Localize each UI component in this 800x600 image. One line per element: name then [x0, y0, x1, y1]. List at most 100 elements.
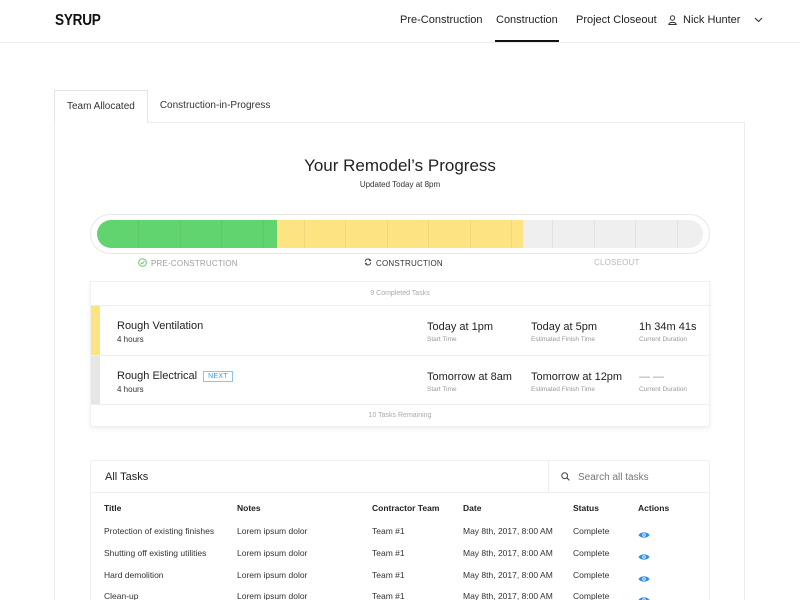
progress-tick	[594, 220, 595, 248]
task-current-duration-label: Current Duration	[639, 386, 688, 393]
task-start-time: Tomorrow at 8am	[427, 371, 512, 383]
progress-tick	[470, 220, 471, 248]
top-navigation-bar: SYRUP Pre-Construction Construction Proj…	[0, 0, 800, 43]
cell-status: Complete	[573, 570, 610, 580]
progress-tick	[635, 220, 636, 248]
task-row[interactable]: Rough Ventilation 4 hours Today at 1pm S…	[91, 305, 711, 355]
column-header-status[interactable]: Status	[573, 503, 599, 513]
progress-segment-construction	[277, 220, 523, 248]
task-duration: 4 hours	[117, 385, 144, 394]
progress-bar	[90, 214, 710, 254]
cell-notes: Lorem ipsum dolor	[237, 526, 308, 536]
phase-closeout: CLOSEOUT	[594, 258, 640, 267]
task-start-label: Start Time	[427, 336, 457, 343]
column-header-notes[interactable]: Notes	[237, 503, 261, 513]
nav-construction[interactable]: Construction	[495, 14, 559, 42]
eye-icon[interactable]	[638, 526, 650, 544]
task-current-duration-label: Current Duration	[639, 336, 688, 343]
cell-date: May 8th, 2017, 8:00 AM	[463, 526, 553, 536]
search-box	[548, 461, 711, 493]
nav-pre-construction[interactable]: Pre-Construction	[400, 14, 483, 26]
task-name: Rough Electrical NEXT	[117, 370, 233, 382]
logo[interactable]: SYRUP	[55, 12, 101, 30]
check-circle-icon	[138, 258, 147, 269]
nav-project-closeout[interactable]: Project Closeout	[576, 14, 657, 26]
next-badge: NEXT	[203, 370, 233, 382]
progress-tick	[428, 220, 429, 248]
task-start-label: Start Time	[427, 386, 457, 393]
progress-tick	[304, 220, 305, 248]
column-header-contractor-team[interactable]: Contractor Team	[372, 503, 439, 513]
progress-tick	[221, 220, 222, 248]
cell-date: May 8th, 2017, 8:00 AM	[463, 570, 553, 580]
task-status-accent	[91, 306, 100, 355]
task-row[interactable]: Rough Electrical NEXT 4 hours Tomorrow a…	[91, 355, 711, 405]
cell-title: Protection of existing finishes	[104, 526, 215, 536]
task-finish-time: Tomorrow at 12pm	[531, 371, 623, 383]
user-name: Nick Hunter	[683, 14, 741, 26]
column-header-actions: Actions	[638, 503, 670, 513]
tab-team-allocated[interactable]: Team Allocated	[54, 90, 148, 123]
task-finish-label: Estimated Finish Time	[531, 386, 595, 393]
cell-notes: Lorem ipsum dolor	[237, 570, 308, 580]
tab-bar: Team Allocated Construction-in-Progress	[54, 90, 282, 123]
phase-construction: CONSTRUCTION	[364, 258, 443, 268]
phase-label: CLOSEOUT	[594, 258, 640, 267]
progress-tick	[552, 220, 553, 248]
cell-status: Complete	[573, 526, 610, 536]
user-menu[interactable]: Nick Hunter	[668, 14, 763, 26]
search-input[interactable]	[578, 471, 698, 483]
user-icon	[668, 15, 677, 25]
task-current-duration: — —	[639, 371, 665, 383]
cell-team: Team #1	[372, 570, 405, 580]
progress-tick	[263, 220, 264, 248]
search-icon	[561, 468, 570, 486]
all-tasks-header: All Tasks	[91, 461, 709, 493]
completed-tasks-count[interactable]: 9 Completed Tasks	[91, 290, 709, 297]
cell-status: Complete	[573, 548, 610, 558]
progress-tick	[138, 220, 139, 248]
progress-tick	[511, 220, 512, 248]
column-header-title[interactable]: Title	[104, 503, 121, 513]
progress-tick	[677, 220, 678, 248]
column-header-date[interactable]: Date	[463, 503, 481, 513]
progress-tick	[180, 220, 181, 248]
chevron-down-icon	[754, 17, 763, 23]
task-status-accent	[91, 356, 100, 404]
progress-segment-closeout	[523, 220, 703, 248]
cell-date: May 8th, 2017, 8:00 AM	[463, 591, 553, 600]
task-finish-label: Estimated Finish Time	[531, 336, 595, 343]
cell-date: May 8th, 2017, 8:00 AM	[463, 548, 553, 558]
progress-segment-pre-construction	[97, 220, 277, 248]
task-start-time: Today at 1pm	[427, 321, 494, 333]
remaining-tasks-count[interactable]: 10 Tasks Remaining	[91, 412, 709, 419]
phase-label: CONSTRUCTION	[376, 258, 443, 268]
page-title: Your Remodel’s Progress	[304, 156, 496, 175]
task-finish-time: Today at 5pm	[531, 321, 598, 333]
cell-title: Hard demolition	[104, 570, 164, 580]
cell-team: Team #1	[372, 526, 405, 536]
cell-notes: Lorem ipsum dolor	[237, 591, 308, 600]
progress-tick	[345, 220, 346, 248]
progress-tick	[387, 220, 388, 248]
task-duration: 4 hours	[117, 335, 144, 344]
progress-track	[97, 220, 703, 248]
cell-status: Complete	[573, 591, 610, 600]
phase-pre-construction: PRE-CONSTRUCTION	[138, 258, 238, 269]
page-subtitle: Updated Today at 8pm	[359, 180, 441, 189]
phase-label: PRE-CONSTRUCTION	[151, 259, 238, 268]
cell-notes: Lorem ipsum dolor	[237, 548, 308, 558]
tab-construction-in-progress[interactable]: Construction-in-Progress	[148, 90, 283, 123]
all-tasks-title: All Tasks	[105, 471, 149, 483]
task-current-duration: 1h 34m 41s	[639, 321, 697, 333]
cell-title: Shutting off existing utilities	[104, 548, 207, 558]
cell-title: Clean-up	[104, 591, 139, 600]
cell-team: Team #1	[372, 591, 405, 600]
eye-icon[interactable]	[638, 548, 650, 566]
task-name: Rough Ventilation	[117, 320, 204, 332]
eye-icon[interactable]	[638, 591, 650, 600]
cell-team: Team #1	[372, 548, 405, 558]
current-tasks-card: 9 Completed Tasks Rough Ventilation 4 ho…	[90, 281, 711, 427]
eye-icon[interactable]	[638, 570, 650, 588]
refresh-icon	[364, 258, 372, 268]
